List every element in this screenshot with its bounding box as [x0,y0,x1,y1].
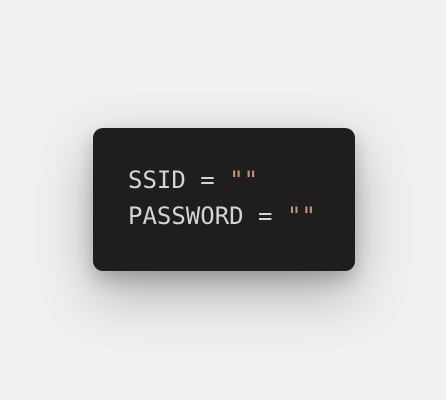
password-empty-string-value: "" [286,202,316,230]
password-variable-name: PASSWORD [128,202,244,230]
code-line-ssid: SSID = "" [128,162,355,198]
code-line-password: PASSWORD = "" [128,198,355,234]
ssid-empty-string-value: "" [229,166,259,194]
password-assignment-operator: = [258,202,273,230]
code-snippet-card: SSID = "" PASSWORD = "" [93,128,355,271]
ssid-assignment-operator: = [200,166,215,194]
ssid-variable-name: SSID [128,166,186,194]
